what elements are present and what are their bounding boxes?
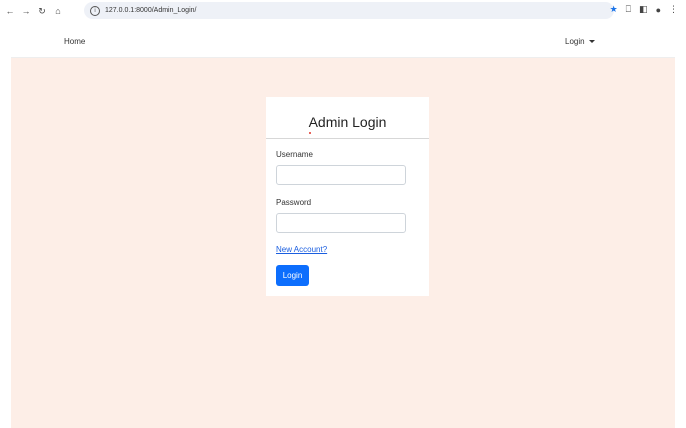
home-icon[interactable]: ⌂ [52, 5, 64, 17]
login-button[interactable]: Login [276, 265, 309, 286]
menu-kebab-icon[interactable]: ⋮ [669, 4, 678, 15]
nav-login-label: Login [565, 37, 585, 46]
forward-arrow-icon[interactable]: → [20, 5, 32, 17]
navbar: Home Login [11, 22, 675, 58]
bookmark-star-icon[interactable]: ★ [610, 4, 618, 15]
extensions-icon[interactable]: ⎕ [626, 4, 631, 15]
password-label: Password [276, 198, 312, 207]
login-card: Admin Login Username Password New Accoun… [266, 97, 429, 296]
nav-home-link[interactable]: Home [64, 37, 85, 46]
username-input[interactable] [276, 165, 406, 185]
back-arrow-icon[interactable]: ← [4, 5, 16, 17]
url-text: 127.0.0.1:8000/Admin_Login/ [105, 7, 197, 14]
profile-icon[interactable]: ● [656, 5, 661, 15]
password-input[interactable] [276, 213, 406, 233]
browser-toolbar: ← → ↻ ⌂ i 127.0.0.1:8000/Admin_Login/ ★ … [0, 0, 686, 22]
address-bar[interactable]: i 127.0.0.1:8000/Admin_Login/ [84, 2, 614, 19]
site-info-icon[interactable]: i [90, 5, 100, 16]
nav-login-dropdown[interactable]: Login [565, 37, 595, 46]
card-header: Admin Login [266, 97, 429, 139]
red-dot-mark [309, 132, 311, 134]
sidepanel-icon[interactable]: ◧ [639, 4, 648, 15]
card-title: Admin Login [308, 114, 387, 130]
username-label: Username [276, 150, 313, 159]
browser-actions: ★ ⎕ ◧ ● ⋮ [602, 4, 678, 15]
new-account-link[interactable]: New Account? [276, 245, 327, 254]
page-content: Home Login Admin Login Username Password… [11, 22, 675, 428]
reload-icon[interactable]: ↻ [36, 5, 48, 17]
caret-down-icon [588, 40, 595, 43]
